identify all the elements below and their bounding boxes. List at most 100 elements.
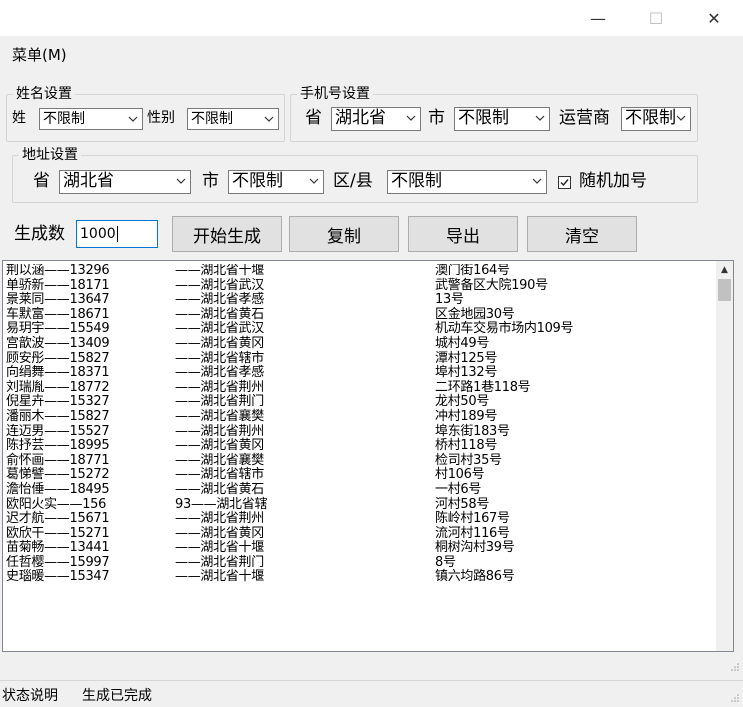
output-line: 河村58号 xyxy=(435,496,490,512)
surname-select[interactable]: 不限制 xyxy=(39,108,143,130)
output-line: ——湖北省辖市 xyxy=(175,467,264,483)
start-generate-button[interactable]: 开始生成 xyxy=(172,216,282,252)
chevron-down-icon xyxy=(532,178,542,184)
output-line: 荆以涵——13296 xyxy=(6,264,110,278)
address-province-label: 省 xyxy=(33,171,50,191)
address-province-select[interactable]: 湖北省 xyxy=(59,170,191,194)
output-line: ——湖北省十堰 xyxy=(175,264,264,278)
close-icon: ✕ xyxy=(707,8,721,28)
output-line: 桐树沟村39号 xyxy=(435,540,515,556)
output-line: ——湖北省黄石 xyxy=(175,481,264,497)
menu-item[interactable]: 菜单(M) xyxy=(12,44,67,65)
phone-settings-group: 手机号设置 省 湖北省 市 不限制 运营商 不限制 xyxy=(290,85,698,142)
output-line: 一村6号 xyxy=(435,481,482,497)
count-label: 生成数 xyxy=(14,224,65,244)
output-column-name-phone: 荆以涵——13296 单骄新——18171 景莱同——13647 车默富——18671… xyxy=(6,264,154,585)
phone-province-label: 省 xyxy=(305,108,322,128)
resize-grip-icon[interactable] xyxy=(730,693,740,703)
output-line: ——湖北省十堰 xyxy=(175,540,264,556)
phone-settings-legend: 手机号设置 xyxy=(297,85,373,103)
address-settings-group: 地址设置 省 湖北省 市 不限制 区/县 不限制 随机加号 xyxy=(12,146,698,203)
title-bar: — ☐ ✕ xyxy=(0,0,743,36)
scroll-up-icon[interactable]: ▲ xyxy=(716,261,733,278)
status-label: 状态说明 xyxy=(2,688,58,704)
random-number-label[interactable]: 随机加号 xyxy=(579,171,647,191)
output-line: 武警备区大院190号 xyxy=(435,277,548,293)
output-column-address: 澳门街164号 武警备区大院190号 13号 区金地园30号 机动车交易市场内109号城… xyxy=(435,264,715,585)
output-line: 流河村116号 xyxy=(435,525,510,541)
output-line: ——湖北省孝感 xyxy=(175,292,264,308)
output-line: 欧阳火实——156 xyxy=(6,496,107,512)
chevron-down-icon xyxy=(128,116,138,122)
output-line: 澹怡倕——18495 xyxy=(6,481,110,497)
carrier-select[interactable]: 不限制 xyxy=(621,107,691,131)
output-line: 车默富——18671 xyxy=(6,306,110,322)
address-city-select[interactable]: 不限制 xyxy=(228,170,324,194)
output-line: 潘丽木——15827 xyxy=(6,408,110,424)
district-select[interactable]: 不限制 xyxy=(387,170,547,194)
maximize-button[interactable]: ☐ xyxy=(633,0,679,36)
phone-province-select[interactable]: 湖北省 xyxy=(331,107,421,131)
maximize-icon: ☐ xyxy=(648,8,664,28)
output-line: 向绢舞——18371 xyxy=(6,365,110,381)
count-input[interactable]: 1000 xyxy=(76,220,158,248)
close-button[interactable]: ✕ xyxy=(691,0,737,36)
check-icon xyxy=(560,179,569,187)
output-line: 桥村118号 xyxy=(435,438,498,454)
output-line: 潭村125号 xyxy=(435,350,498,366)
output-line: 苗菊畅——13441 xyxy=(6,540,110,556)
output-line: 顾安彤——15827 xyxy=(6,350,110,366)
chevron-down-icon xyxy=(535,115,545,121)
vertical-scrollbar[interactable]: ▲ xyxy=(716,261,733,651)
output-line: ——湖北省荆州 xyxy=(175,423,264,439)
output-line: 倪星卉——15327 xyxy=(6,394,110,410)
output-line: 龙村50号 xyxy=(435,394,490,410)
chevron-down-icon xyxy=(309,178,319,184)
output-line: ——湖北省襄樊 xyxy=(175,408,264,424)
name-settings-legend: 姓名设置 xyxy=(13,85,75,103)
output-line: 二环路1巷118号 xyxy=(435,379,531,395)
random-number-checkbox[interactable] xyxy=(558,176,571,189)
output-line: 机动车交易市场内109号 xyxy=(435,321,574,337)
gender-label: 性别 xyxy=(147,110,175,126)
output-line: 迟才航——15671 xyxy=(6,511,110,527)
chevron-down-icon xyxy=(675,112,687,124)
minimize-button[interactable]: — xyxy=(575,0,621,36)
output-line: 连迈男——15527 xyxy=(6,423,110,439)
phone-city-label: 市 xyxy=(428,108,445,128)
output-line: 检司村35号 xyxy=(435,452,502,468)
gender-select[interactable]: 不限制 xyxy=(187,108,279,130)
main-panel: 姓名设置 姓 不限制 性别 不限制 手机号设置 省 湖北省 市 不限制 运营商 … xyxy=(0,70,743,680)
output-line: 任哲樱——15997 xyxy=(6,554,110,570)
carrier-label: 运营商 xyxy=(559,108,610,128)
status-bar: 状态说明 生成已完成 xyxy=(0,680,743,707)
district-label: 区/县 xyxy=(333,171,373,191)
export-button[interactable]: 导出 xyxy=(408,216,518,252)
chevron-down-icon xyxy=(176,178,186,184)
output-line: 93——湖北省辖 xyxy=(175,496,268,512)
address-settings-legend: 地址设置 xyxy=(19,146,81,164)
output-line: ——湖北省孝感 xyxy=(175,365,264,381)
output-line: ——湖北省荆州 xyxy=(175,511,264,527)
phone-city-select[interactable]: 不限制 xyxy=(454,107,550,131)
output-line: ——湖北省黄冈 xyxy=(175,525,264,541)
name-settings-group: 姓名设置 姓 不限制 性别 不限制 xyxy=(6,85,285,142)
output-line: 刘瑞胤——18772 xyxy=(6,379,110,395)
surname-label: 姓 xyxy=(12,110,26,126)
output-line: 单骄新——18171 xyxy=(6,277,110,293)
output-column-region: ——湖北省十堰 ——湖北省武汉 ——湖北省孝感 ——湖北省黄石 ——湖北省武汉 ——湖北省… xyxy=(175,264,300,585)
output-line: ——湖北省荆门 xyxy=(175,554,264,570)
output-line: 埠村132号 xyxy=(435,365,498,381)
output-textarea[interactable]: 荆以涵——13296 单骄新——18171 景莱同——13647 车默富——18671… xyxy=(2,260,734,652)
output-line: 欧欣干——15271 xyxy=(6,525,110,541)
copy-button[interactable]: 复制 xyxy=(289,216,399,252)
scrollbar-thumb[interactable] xyxy=(718,279,731,301)
output-line: ——湖北省黄冈 xyxy=(175,438,264,454)
clear-button[interactable]: 清空 xyxy=(527,216,637,252)
output-line: 13号 xyxy=(435,292,464,308)
output-line: 宫歆波——13409 xyxy=(6,335,110,351)
output-line: ——湖北省十堰 xyxy=(175,569,264,585)
resize-grip-icon xyxy=(731,663,739,671)
output-line: 澳门街164号 xyxy=(435,264,510,278)
output-line: 陈岭村167号 xyxy=(435,511,510,527)
